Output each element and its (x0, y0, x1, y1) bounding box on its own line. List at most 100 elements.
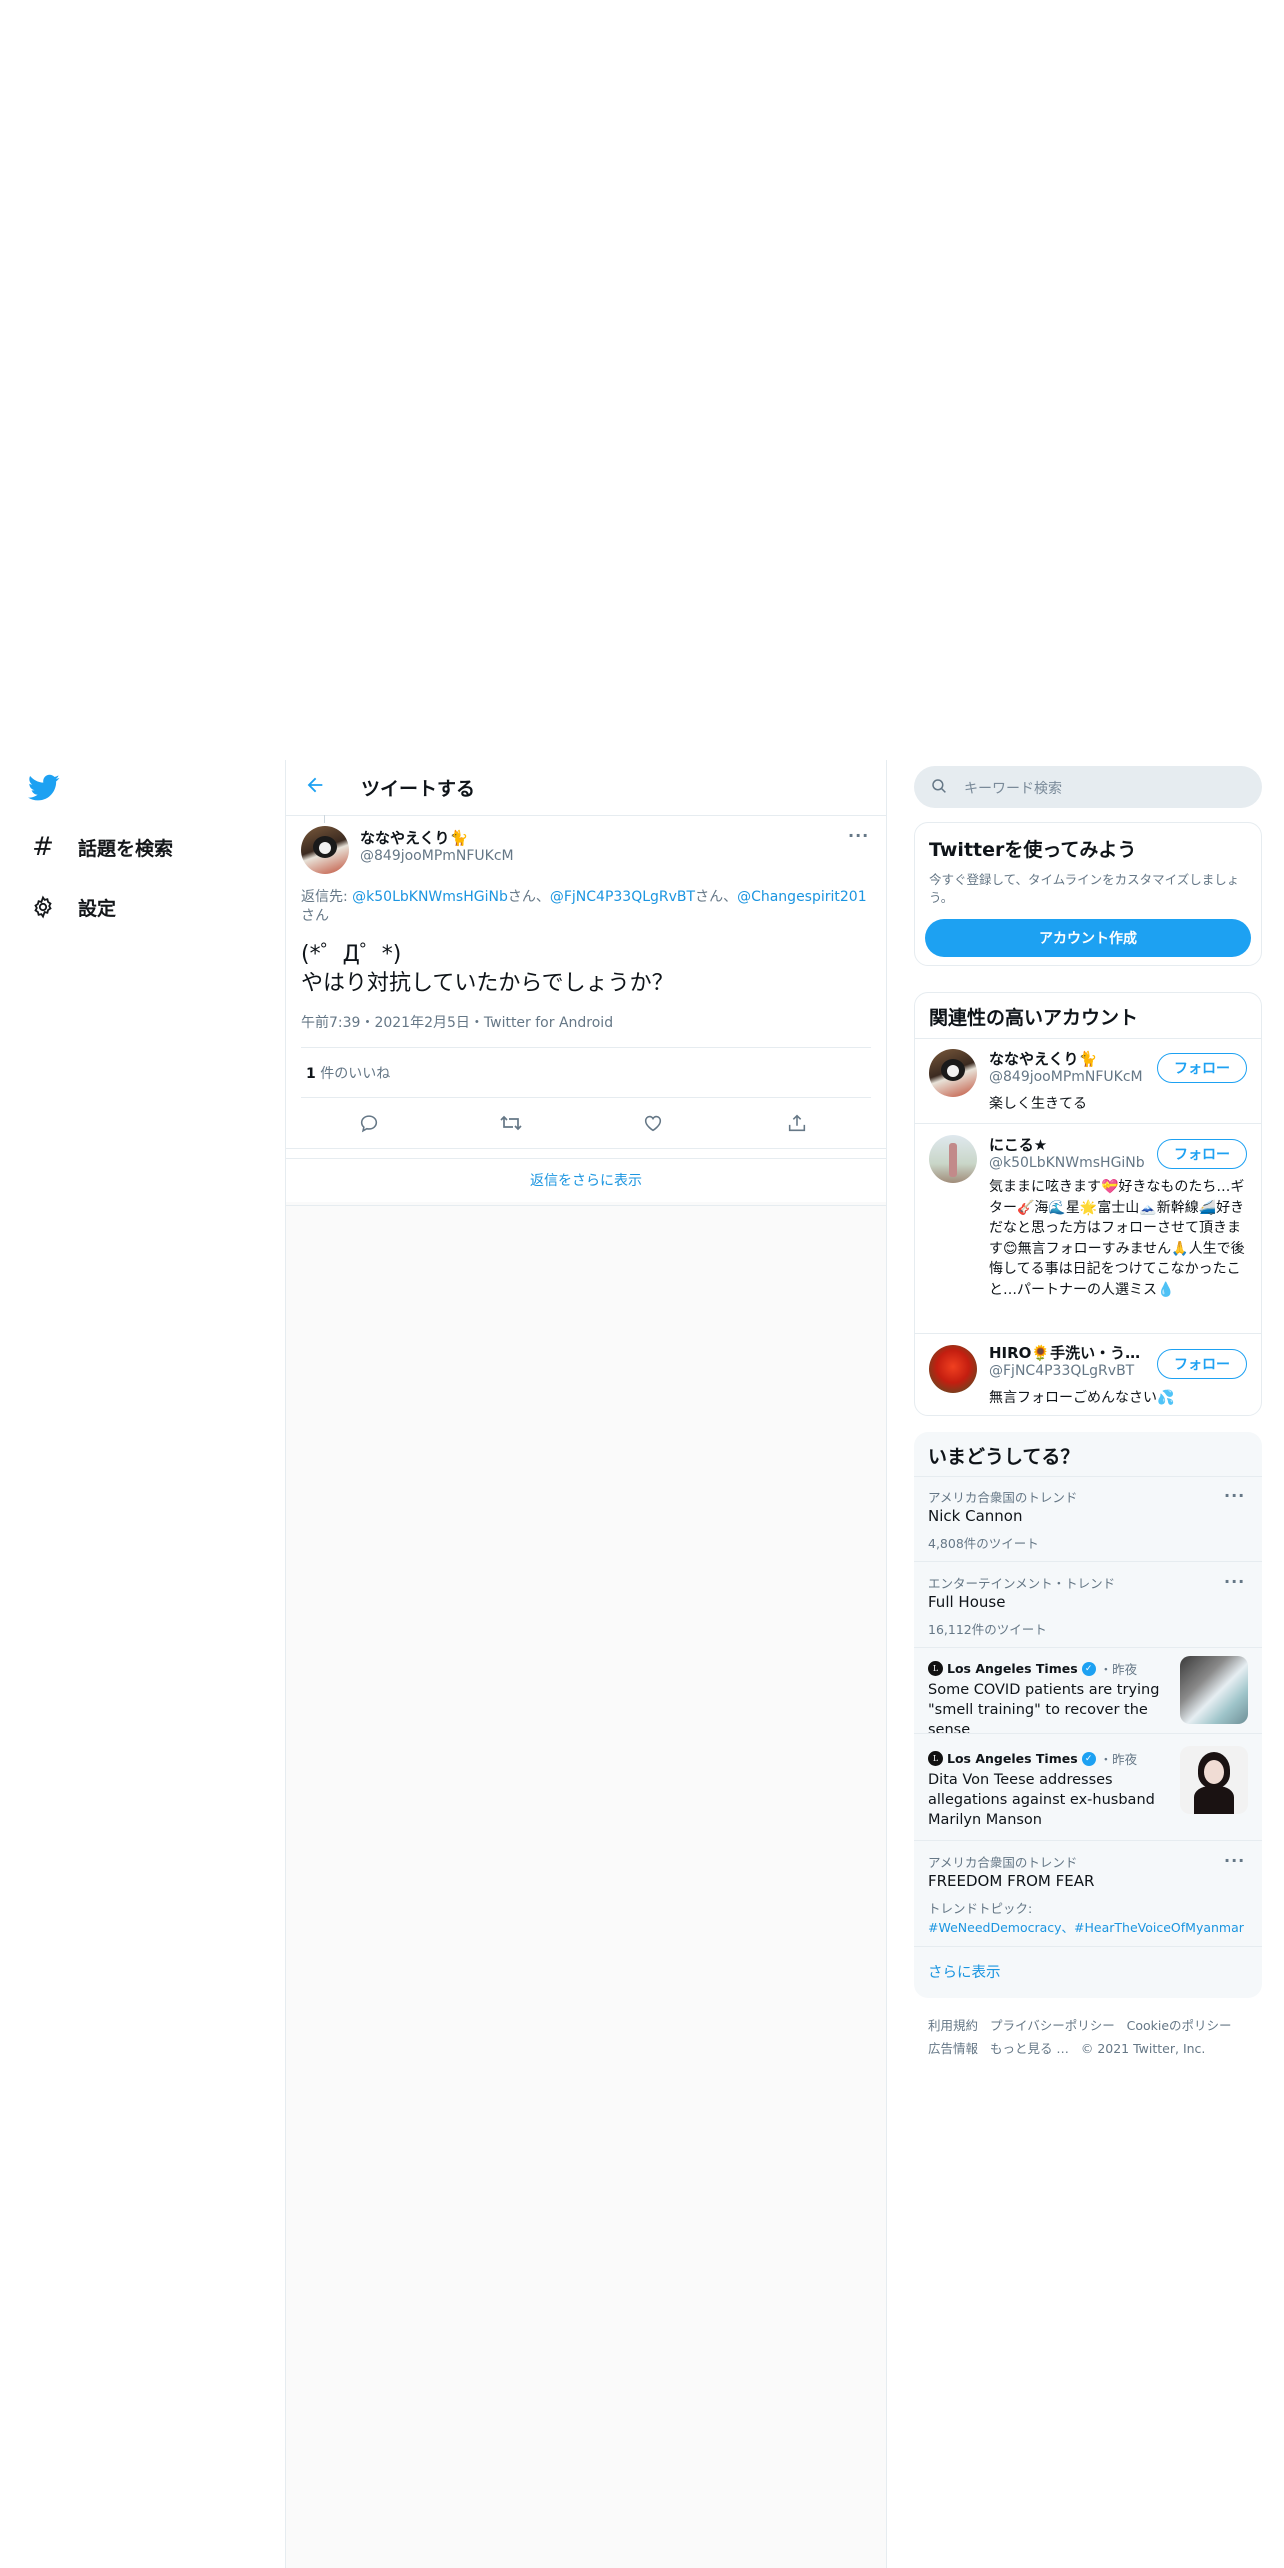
replies-top-divider (286, 1158, 886, 1159)
reply-mention-2[interactable]: @FjNC4P33QLgRvBT (550, 889, 695, 905)
account-2-bio: 気ままに呟きます💝好きなものたち…ギター🎸海🌊星🌟富士山🗻新幹線🚄好きだなと思っ… (989, 1179, 1245, 1298)
search-box[interactable]: キーワード検索 (914, 766, 1262, 808)
news-2-time: ・昨夜 (1099, 1752, 1138, 1767)
search-icon (930, 777, 948, 799)
trends-divider-2 (914, 1647, 1262, 1648)
nav-explore[interactable]: # 話題を検索 (28, 827, 173, 867)
reply-sep-1: さん、 (507, 889, 550, 905)
actions-divider (286, 1148, 886, 1149)
footer: 利用規約 プライバシーポリシー Cookieのポリシー 広告情報 もっと見る …… (928, 2014, 1258, 2060)
likes-label: 件のいいね (320, 1066, 391, 1082)
trend-1-context: アメリカ合衆国のトレンド (928, 1490, 1078, 1505)
thread-line (324, 815, 325, 823)
news-1-time: ・昨夜 (1099, 1662, 1138, 1677)
reply-prefix: 返信先: (301, 889, 353, 905)
likes-stat[interactable]: 1 件のいいね (306, 1063, 390, 1083)
trends-divider-0 (914, 1476, 1262, 1477)
page-title: ツイートする (361, 778, 476, 800)
retweet-icon[interactable] (499, 1112, 523, 1138)
signup-title: Twitterを使ってみよう (929, 839, 1137, 861)
related-title: 関連性の高いアカウント (929, 1007, 1139, 1029)
reply-context: 返信先: @k50LbKNWmsHGiNbさん、@FjNC4P33QLgRvBT… (301, 888, 871, 926)
account-3-handle[interactable]: @FjNC4P33QLgRvBT (989, 1363, 1134, 1379)
related-divider-1 (915, 1123, 1261, 1124)
account-1-follow-button[interactable]: フォロー (1157, 1053, 1247, 1083)
replies-bottom-divider (286, 1205, 886, 1206)
trend-3-name[interactable]: FREEDOM FROM FEAR (928, 1872, 1094, 1890)
gear-icon (28, 895, 58, 919)
news-source-logo-icon: L (928, 1751, 943, 1766)
likes-count: 1 (306, 1066, 316, 1082)
footer-more-link[interactable]: もっと見る … (990, 2041, 1069, 2056)
footer-terms-link[interactable]: 利用規約 (928, 2018, 978, 2033)
hashtag-icon: # (32, 832, 54, 862)
verified-icon: ✓ (1081, 1751, 1096, 1766)
trends-divider-1 (914, 1561, 1262, 1562)
show-more-replies-link[interactable]: 返信をさらに表示 (286, 1170, 886, 1190)
news-1-source[interactable]: Los Angeles Times (947, 1661, 1078, 1676)
news-1-header: L Los Angeles Times ✓ ・昨夜 (928, 1659, 1137, 1678)
trend-2-more-icon[interactable]: ··· (1224, 1572, 1245, 1591)
author-avatar[interactable] (301, 826, 349, 874)
tweet-text-line-2: やはり対抗していたからでしょうか？ (301, 971, 674, 996)
create-account-button[interactable]: アカウント作成 (925, 919, 1251, 957)
trend-1-more-icon[interactable]: ··· (1224, 1486, 1245, 1505)
like-icon[interactable] (642, 1112, 664, 1138)
nav-settings[interactable]: 設定 (28, 887, 116, 927)
account-1-name[interactable]: ななやえくり🐈 (989, 1048, 1097, 1069)
author-name[interactable]: ななやえくり🐈 (360, 827, 468, 848)
search-placeholder[interactable]: キーワード検索 (964, 778, 1062, 798)
trend-3-more-icon[interactable]: ··· (1224, 1851, 1245, 1870)
reply-mention-1[interactable]: @k50LbKNWmsHGiNb (352, 889, 508, 905)
reply-icon[interactable] (358, 1112, 380, 1138)
related-divider-2 (915, 1333, 1261, 1334)
news-1-headline[interactable]: Some COVID patients are trying "smell tr… (928, 1680, 1174, 1740)
related-accounts-card: 関連性の高いアカウント ななやえくり🐈 @849jooMPmNFUKcM フォロ… (914, 992, 1262, 1416)
account-3-avatar[interactable] (929, 1345, 977, 1393)
account-2-handle[interactable]: @k50LbKNWmsHGiNb (989, 1155, 1145, 1171)
trend-1-name[interactable]: Nick Cannon (928, 1507, 1022, 1525)
back-arrow-icon[interactable] (304, 774, 326, 800)
main-column: ツイートする ななやえくり🐈 @849jooMPmNFUKcM ··· 返信先:… (285, 760, 887, 2568)
trend-3-topics[interactable]: #WeNeedDemocracy、#HearTheVoiceOfMyanmar (928, 1917, 1244, 1936)
stats-divider (301, 1097, 871, 1098)
trend-3-topic-label: トレンドトピック: (928, 1901, 1033, 1916)
share-icon[interactable] (786, 1112, 808, 1138)
meta-divider (301, 1047, 871, 1048)
footer-cookie-link[interactable]: Cookieのポリシー (1127, 2018, 1232, 2033)
trend-3-context: アメリカ合衆国のトレンド (928, 1855, 1078, 1870)
news-2-thumbnail[interactable] (1180, 1746, 1248, 1814)
tweet-text: (*゜Д゜*) やはり対抗していたからでしょうか？ (301, 940, 674, 998)
news-1-thumbnail[interactable] (1180, 1656, 1248, 1724)
account-1-avatar[interactable] (929, 1049, 977, 1097)
trend-1-count: 4,808件のツイート (928, 1536, 1039, 1551)
verified-icon: ✓ (1081, 1661, 1096, 1676)
signup-description: 今すぐ登録して、タイムラインをカスタマイズしましょう。 (929, 872, 1240, 905)
account-2-name[interactable]: にこる★ (989, 1134, 1047, 1155)
account-3-follow-button[interactable]: フォロー (1157, 1349, 1247, 1379)
account-3-name[interactable]: HIRO🌻手洗い・う… (989, 1342, 1139, 1363)
account-2-avatar[interactable] (929, 1135, 977, 1183)
twitter-logo-icon[interactable] (28, 774, 60, 806)
news-2-headline[interactable]: Dita Von Teese addresses allegations aga… (928, 1770, 1168, 1830)
nav-explore-label: 話題を検索 (78, 837, 174, 860)
more-options-icon[interactable]: ··· (848, 826, 869, 845)
reply-mention-3[interactable]: @Changespirit201 (737, 889, 867, 905)
account-1-handle[interactable]: @849jooMPmNFUKcM (989, 1069, 1143, 1085)
author-handle[interactable]: @849jooMPmNFUKcM (360, 848, 514, 864)
trends-divider-3 (914, 1733, 1262, 1734)
header-divider (286, 815, 886, 816)
footer-privacy-link[interactable]: プライバシーポリシー (990, 2018, 1115, 2033)
account-2-follow-button[interactable]: フォロー (1157, 1139, 1247, 1169)
related-divider-0 (915, 1038, 1261, 1039)
reply-suffix: さん (301, 908, 329, 924)
news-2-source[interactable]: Los Angeles Times (947, 1751, 1078, 1766)
footer-ads-link[interactable]: 広告情報 (928, 2041, 978, 2056)
tweet-meta[interactable]: 午前7:39・2021年2月5日・Twitter for Android (301, 1012, 613, 1032)
news-2-header: L Los Angeles Times ✓ ・昨夜 (928, 1749, 1137, 1768)
nav-settings-label: 設定 (78, 897, 117, 920)
trends-title: いまどうしてる？ (928, 1446, 1080, 1468)
trend-2-name[interactable]: Full House (928, 1593, 1005, 1611)
trends-divider-4 (914, 1840, 1262, 1841)
trends-show-more-link[interactable]: さらに表示 (928, 1961, 1001, 1982)
